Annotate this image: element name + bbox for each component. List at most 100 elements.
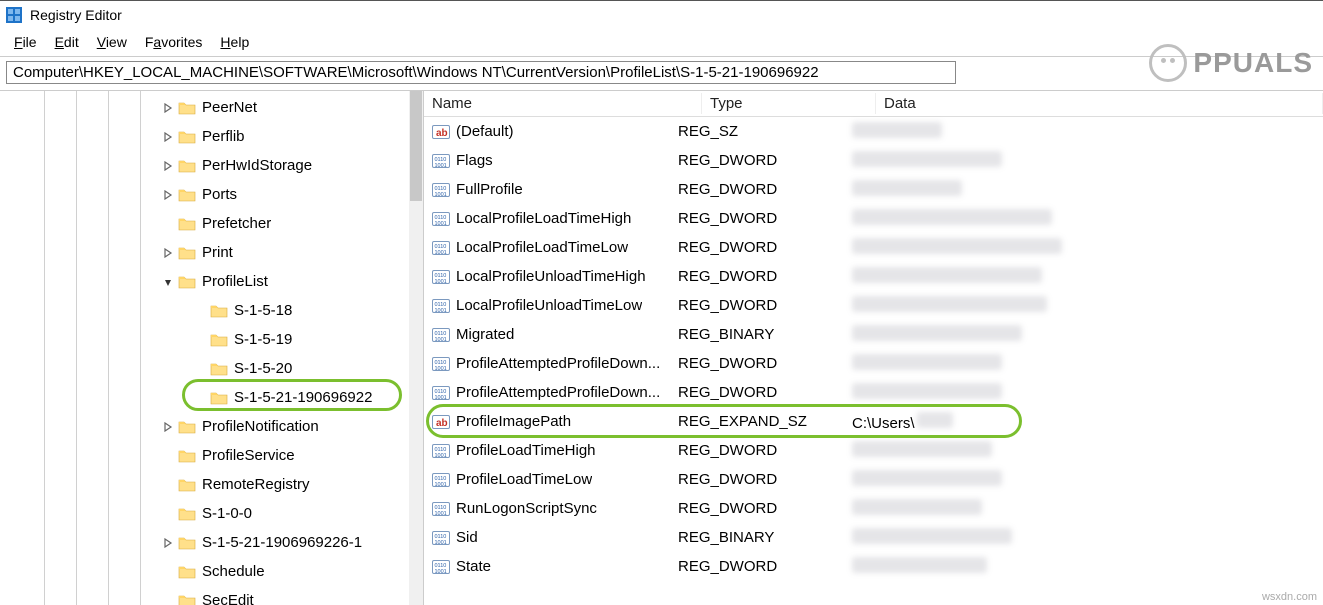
tree-item-label: PerHwIdStorage <box>202 157 312 174</box>
value-row[interactable]: 0110 1001 ProfileAttemptedProfileDown...… <box>424 378 1323 407</box>
value-name: Migrated <box>456 326 514 343</box>
tree-item[interactable]: Print <box>0 238 409 267</box>
menu-file[interactable]: File <box>6 32 45 52</box>
value-name: LocalProfileLoadTimeLow <box>456 239 628 256</box>
value-data-blurred <box>852 354 1002 370</box>
tree-item[interactable]: RemoteRegistry <box>0 470 409 499</box>
tree-item-label: Perflib <box>202 128 245 145</box>
menu-edit[interactable]: Edit <box>47 32 87 52</box>
tree-item-label: Print <box>202 244 233 261</box>
col-header-type[interactable]: Type <box>702 93 876 114</box>
titlebar: Registry Editor <box>0 0 1323 28</box>
value-type: REG_DWORD <box>670 239 844 256</box>
menu-favorites[interactable]: Favorites <box>137 32 211 52</box>
value-type: REG_EXPAND_SZ <box>670 413 844 430</box>
tree-twisty[interactable] <box>160 248 176 258</box>
tree-twisty[interactable] <box>160 132 176 142</box>
folder-icon <box>178 129 196 144</box>
svg-text:1001: 1001 <box>435 192 447 198</box>
value-row[interactable]: 0110 1001 LocalProfileLoadTimeLow REG_DW… <box>424 233 1323 262</box>
regedit-app-icon <box>6 7 22 23</box>
value-name: State <box>456 558 491 575</box>
string-value-icon: ab <box>432 123 450 141</box>
value-name: ProfileImagePath <box>456 413 571 430</box>
value-row[interactable]: ab ProfileImagePath REG_EXPAND_SZ C:\Use… <box>424 407 1323 436</box>
value-type: REG_DWORD <box>670 558 844 575</box>
binary-value-icon: 0110 1001 <box>432 529 450 547</box>
value-row[interactable]: 0110 1001 Sid REG_BINARY <box>424 523 1323 552</box>
tree-item[interactable]: S-1-5-21-190696922 <box>0 383 409 412</box>
tree-item[interactable]: Perflib <box>0 122 409 151</box>
value-row[interactable]: 0110 1001 ProfileLoadTimeHigh REG_DWORD <box>424 436 1323 465</box>
value-name: RunLogonScriptSync <box>456 500 597 517</box>
binary-value-icon: 0110 1001 <box>432 384 450 402</box>
binary-value-icon: 0110 1001 <box>432 471 450 489</box>
string-value-icon: ab <box>432 413 450 431</box>
value-row[interactable]: ab (Default) REG_SZ <box>424 117 1323 146</box>
menu-help[interactable]: Help <box>212 32 257 52</box>
tree-twisty[interactable] <box>160 161 176 171</box>
tree-item[interactable]: Schedule <box>0 557 409 586</box>
tree-item[interactable]: ProfileNotification <box>0 412 409 441</box>
value-row[interactable]: 0110 1001 Migrated REG_BINARY <box>424 320 1323 349</box>
value-data-blurred <box>852 528 1012 544</box>
value-row[interactable]: 0110 1001 FullProfile REG_DWORD <box>424 175 1323 204</box>
tree-twisty[interactable] <box>160 538 176 548</box>
tree-item[interactable]: PerHwIdStorage <box>0 151 409 180</box>
folder-icon <box>178 477 196 492</box>
value-row[interactable]: 0110 1001 LocalProfileLoadTimeHigh REG_D… <box>424 204 1323 233</box>
tree-twisty[interactable] <box>160 422 176 432</box>
col-header-name[interactable]: Name <box>424 93 702 114</box>
folder-icon <box>178 245 196 260</box>
tree-item[interactable]: ProfileService <box>0 441 409 470</box>
col-header-data[interactable]: Data <box>876 93 1323 114</box>
svg-text:1001: 1001 <box>435 250 447 256</box>
value-name: FullProfile <box>456 181 523 198</box>
value-data-blurred <box>852 470 1002 486</box>
tree-item-label: Schedule <box>202 563 265 580</box>
menu-view[interactable]: View <box>89 32 135 52</box>
tree-item[interactable]: S-1-5-21-1906969226-1 <box>0 528 409 557</box>
value-type: REG_DWORD <box>670 297 844 314</box>
value-row[interactable]: 0110 1001 Flags REG_DWORD <box>424 146 1323 175</box>
svg-text:1001: 1001 <box>435 395 447 401</box>
binary-value-icon: 0110 1001 <box>432 558 450 576</box>
tree-scrollbar[interactable] <box>409 91 423 605</box>
tree-item[interactable]: S-1-5-19 <box>0 325 409 354</box>
tree-twisty[interactable] <box>160 103 176 113</box>
binary-value-icon: 0110 1001 <box>432 355 450 373</box>
tree-item[interactable]: Ports <box>0 180 409 209</box>
tree-item[interactable]: Prefetcher <box>0 209 409 238</box>
tree-item[interactable]: SecEdit <box>0 586 409 605</box>
value-row[interactable]: 0110 1001 ProfileLoadTimeLow REG_DWORD <box>424 465 1323 494</box>
folder-icon <box>178 419 196 434</box>
folder-icon <box>210 390 228 405</box>
menubar: File Edit View Favorites Help <box>0 28 1323 57</box>
tree-item-label: ProfileNotification <box>202 418 319 435</box>
value-name: Flags <box>456 152 493 169</box>
tree-twisty[interactable] <box>160 190 176 200</box>
tree-item[interactable]: S-1-5-18 <box>0 296 409 325</box>
tree-twisty[interactable] <box>160 277 176 287</box>
folder-icon <box>210 332 228 347</box>
value-row[interactable]: 0110 1001 LocalProfileUnloadTimeHigh REG… <box>424 262 1323 291</box>
tree-item-label: RemoteRegistry <box>202 476 310 493</box>
folder-icon <box>178 216 196 231</box>
binary-value-icon: 0110 1001 <box>432 181 450 199</box>
tree-item[interactable]: PeerNet <box>0 93 409 122</box>
value-type: REG_SZ <box>670 123 844 140</box>
value-row[interactable]: 0110 1001 RunLogonScriptSync REG_DWORD <box>424 494 1323 523</box>
tree-item[interactable]: S-1-0-0 <box>0 499 409 528</box>
binary-value-icon: 0110 1001 <box>432 326 450 344</box>
value-type: REG_DWORD <box>670 384 844 401</box>
value-row[interactable]: 0110 1001 State REG_DWORD <box>424 552 1323 581</box>
value-row[interactable]: 0110 1001 ProfileAttemptedProfileDown...… <box>424 349 1323 378</box>
address-input[interactable] <box>6 61 956 84</box>
value-name: ProfileAttemptedProfileDown... <box>456 384 660 401</box>
svg-text:ab: ab <box>436 128 448 139</box>
value-row[interactable]: 0110 1001 LocalProfileUnloadTimeLow REG_… <box>424 291 1323 320</box>
tree-item[interactable]: S-1-5-20 <box>0 354 409 383</box>
tree-scroll-thumb[interactable] <box>410 91 422 201</box>
tree-item[interactable]: ProfileList <box>0 267 409 296</box>
svg-text:1001: 1001 <box>435 279 447 285</box>
